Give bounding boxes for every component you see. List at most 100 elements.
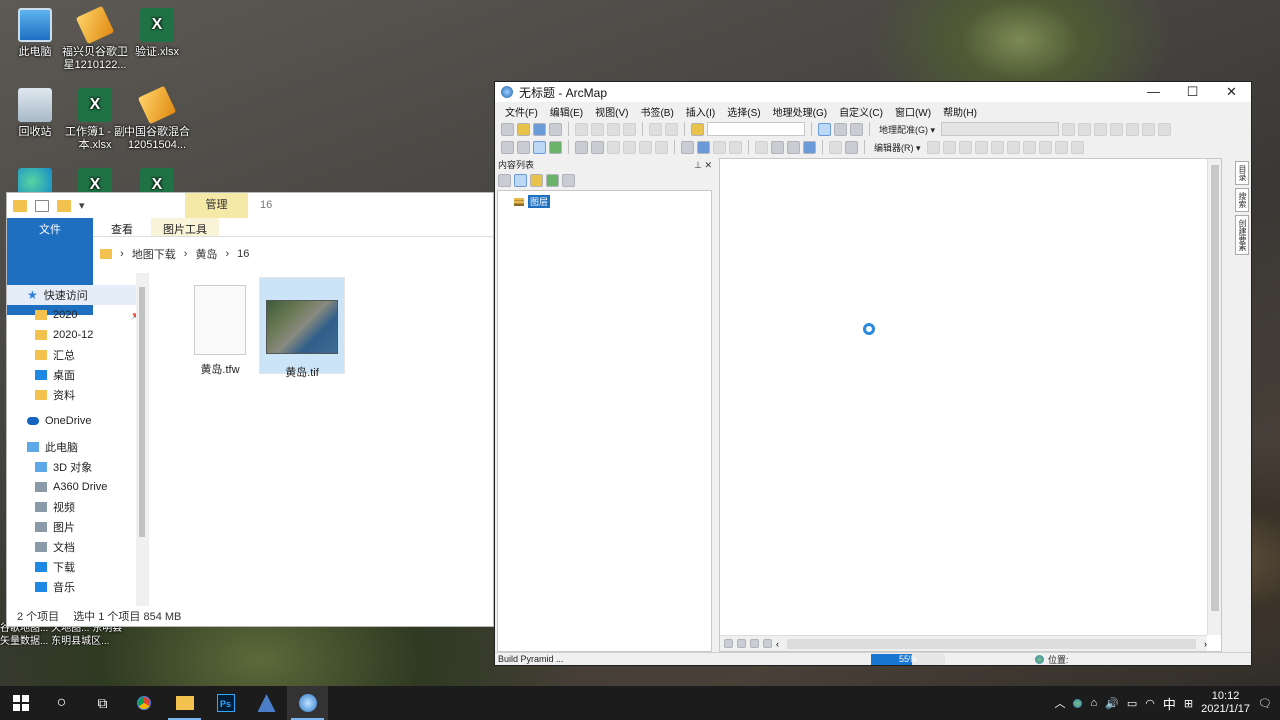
list-by-drawing-order-icon[interactable] (498, 173, 511, 187)
measure-icon[interactable] (755, 140, 768, 154)
georef-layer-combo[interactable] (941, 122, 1060, 136)
new-icon[interactable] (501, 122, 514, 136)
volume-icon[interactable]: 🔊 (1105, 697, 1119, 710)
toc-pin-close-icon[interactable]: ⊥ ✕ (694, 158, 712, 172)
add-data-icon[interactable] (691, 122, 704, 136)
show-hidden-icons-icon[interactable]: ︿ (1054, 695, 1065, 711)
menu-windows[interactable]: 窗口(W) (889, 104, 937, 119)
input-mode-icon[interactable]: ⊞ (1184, 697, 1193, 710)
clear-selection-icon[interactable] (655, 140, 668, 154)
new-folder-icon[interactable] (57, 199, 71, 212)
desktop-icon-zip-1[interactable]: 福兴贝谷歌卫星1210122... (60, 5, 130, 72)
save-icon[interactable] (533, 122, 546, 136)
nav-onedrive[interactable]: OneDrive (7, 411, 148, 431)
toc-icon[interactable] (834, 122, 847, 136)
scale-combo[interactable] (707, 122, 805, 136)
nav-item-pictures[interactable]: 图片 (7, 517, 148, 537)
georef-tool-icon[interactable] (1142, 122, 1156, 136)
menu-edit[interactable]: 编辑(E) (544, 104, 589, 119)
nav-item-3d-objects[interactable]: 3D 对象 (7, 457, 148, 477)
layout-view-icon[interactable] (737, 639, 746, 648)
nav-item-materials[interactable]: 资料 (7, 385, 148, 405)
copy-icon[interactable] (591, 122, 604, 136)
map-view[interactable]: ‹ › (719, 158, 1222, 652)
nav-item-a360[interactable]: A360 Drive (7, 477, 148, 497)
minimize-button[interactable]: — (1134, 82, 1173, 102)
search-button[interactable]: ○ (41, 686, 82, 720)
edit-tool-icon[interactable] (1070, 140, 1084, 154)
taskbar-photoshop[interactable]: Ps (205, 686, 246, 720)
taskbar-arccatalog[interactable] (246, 686, 287, 720)
tab-picture-tools[interactable]: 图片工具 (151, 218, 219, 236)
zoom-out-icon[interactable] (517, 140, 530, 154)
time-slider-icon[interactable] (829, 140, 842, 154)
menu-insert[interactable]: 插入(I) (680, 104, 721, 119)
menu-view[interactable]: 视图(V) (589, 104, 634, 119)
edit-tool-icon[interactable] (1038, 140, 1052, 154)
edit-tool-icon[interactable] (990, 140, 1004, 154)
delete-icon[interactable] (623, 122, 636, 136)
georef-tool-icon[interactable] (1158, 122, 1172, 136)
georeferencing-menu[interactable]: 地理配准(G) ▾ (876, 123, 938, 136)
scrollbar-thumb[interactable] (139, 287, 145, 537)
fixed-zoom-in-icon[interactable] (575, 140, 588, 154)
edit-tool-icon[interactable] (1006, 140, 1020, 154)
georef-tool-icon[interactable] (1094, 122, 1108, 136)
pause-drawing-icon[interactable] (763, 639, 772, 648)
list-by-source-icon[interactable] (514, 173, 527, 187)
redo-icon[interactable] (665, 122, 678, 136)
layer-item[interactable]: 图层 (514, 195, 551, 208)
create-viewer-icon[interactable] (845, 140, 858, 154)
map-vertical-scrollbar[interactable] (1207, 159, 1221, 635)
nav-item-documents[interactable]: 文档 (7, 537, 148, 557)
edit-tool-icon[interactable] (958, 140, 972, 154)
back-extent-icon[interactable] (607, 140, 620, 154)
menu-customize[interactable]: 自定义(C) (833, 104, 889, 119)
battery-icon[interactable]: ▭ (1127, 697, 1137, 710)
edit-tool-icon[interactable] (974, 140, 988, 154)
nav-scrollbar[interactable] (136, 273, 148, 606)
wifi-icon[interactable]: ◠ (1145, 697, 1155, 710)
georef-tool-icon[interactable] (1110, 122, 1124, 136)
breadcrumb-item[interactable]: 地图下载 (132, 246, 176, 262)
select-features-icon[interactable] (639, 140, 652, 154)
taskbar-chrome[interactable] (123, 686, 164, 720)
file-item[interactable]: 黄岛.tfw (177, 277, 263, 376)
undo-icon[interactable] (649, 122, 662, 136)
paste-icon[interactable] (607, 122, 620, 136)
data-view-icon[interactable] (724, 639, 733, 648)
scroll-left-icon[interactable]: ‹ (776, 639, 779, 649)
tab-manage[interactable]: 管理 (185, 193, 248, 218)
fixed-zoom-out-icon[interactable] (591, 140, 604, 154)
desktop-icon-zip-2[interactable]: 中国谷歌混合12051504... (122, 85, 192, 152)
nav-item-summary[interactable]: 汇总 (7, 345, 148, 365)
print-icon[interactable] (549, 122, 562, 136)
pan-icon[interactable] (533, 140, 546, 154)
ime-indicator[interactable]: 中 (1163, 694, 1176, 713)
hyperlink-icon[interactable] (729, 140, 742, 154)
find-route-icon[interactable] (787, 140, 800, 154)
nav-this-pc[interactable]: 此电脑 (7, 437, 148, 457)
edit-tool-icon[interactable] (942, 140, 956, 154)
properties-icon[interactable] (35, 199, 49, 212)
cut-icon[interactable] (575, 122, 588, 136)
identify-icon[interactable] (697, 140, 710, 154)
maximize-button[interactable]: ☐ (1173, 82, 1212, 102)
list-by-visibility-icon[interactable] (530, 173, 543, 187)
desktop-icon-xlsx-verify[interactable]: X 验证.xlsx (122, 8, 192, 59)
menu-bookmarks[interactable]: 书签(B) (634, 104, 679, 119)
go-to-xy-icon[interactable] (803, 140, 816, 154)
menu-geoprocessing[interactable]: 地理处理(G) (767, 104, 833, 119)
scrollbar-track[interactable] (787, 638, 1196, 649)
nav-item-2020-12[interactable]: 2020-12 (7, 325, 148, 345)
edit-tool-icon[interactable] (1022, 140, 1036, 154)
georef-tool-icon[interactable] (1126, 122, 1140, 136)
menu-help[interactable]: 帮助(H) (937, 104, 983, 119)
desktop-icon-xlsx-copy[interactable]: X 工作簿1 - 副本.xlsx (60, 88, 130, 152)
map-horizontal-scrollbar[interactable]: ‹ › (720, 635, 1207, 651)
edit-tool-icon[interactable] (926, 140, 940, 154)
breadcrumb[interactable]: › 地图下载 › 黄岛 › 16 (100, 246, 249, 262)
nav-item-downloads[interactable]: 下载 (7, 557, 148, 577)
nav-item-desktop[interactable]: 桌面 (7, 365, 148, 385)
notification-icon[interactable]: ⌂ (1090, 697, 1097, 709)
